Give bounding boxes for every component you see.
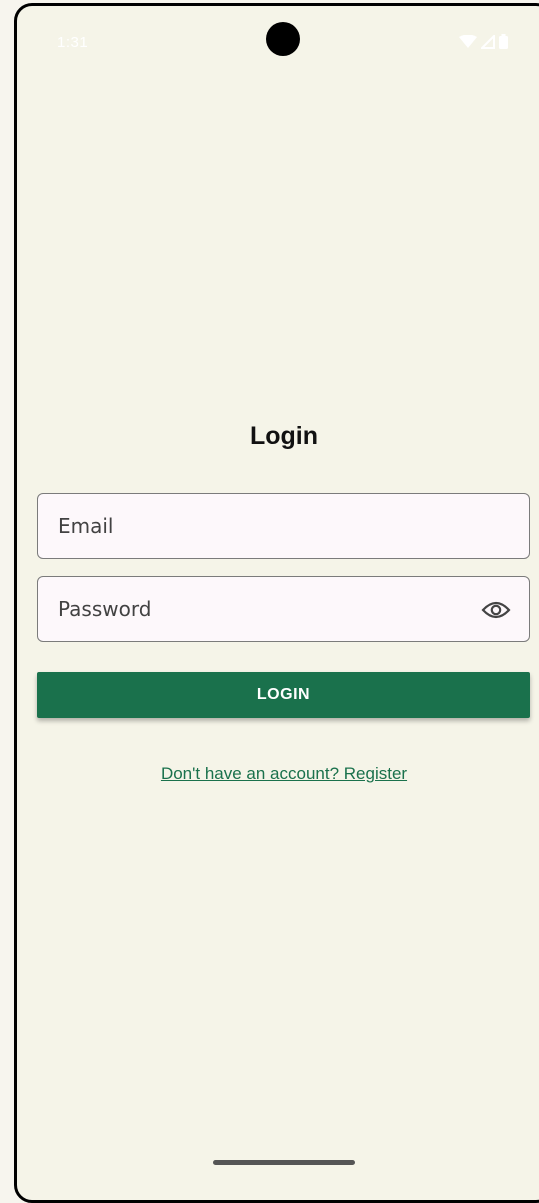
status-time: 1:31 (57, 34, 89, 51)
email-field[interactable] (37, 493, 530, 559)
status-bar: 1:31 (17, 6, 539, 86)
wifi-icon (459, 34, 477, 49)
login-button[interactable]: LOGIN (37, 672, 530, 718)
front-camera (266, 22, 300, 56)
email-input[interactable] (58, 494, 458, 558)
battery-icon (499, 34, 508, 49)
signal-icon (481, 34, 495, 49)
phone-screen: 1:31 Login LOGIN Don't have an account (14, 3, 539, 1203)
password-field[interactable] (37, 576, 530, 642)
status-icons (459, 34, 508, 49)
password-input[interactable] (58, 577, 458, 641)
register-link[interactable]: Don't have an account? Register (17, 764, 539, 784)
page-title: Login (249, 422, 319, 450)
eye-icon[interactable] (481, 596, 511, 624)
home-indicator[interactable] (213, 1160, 355, 1165)
